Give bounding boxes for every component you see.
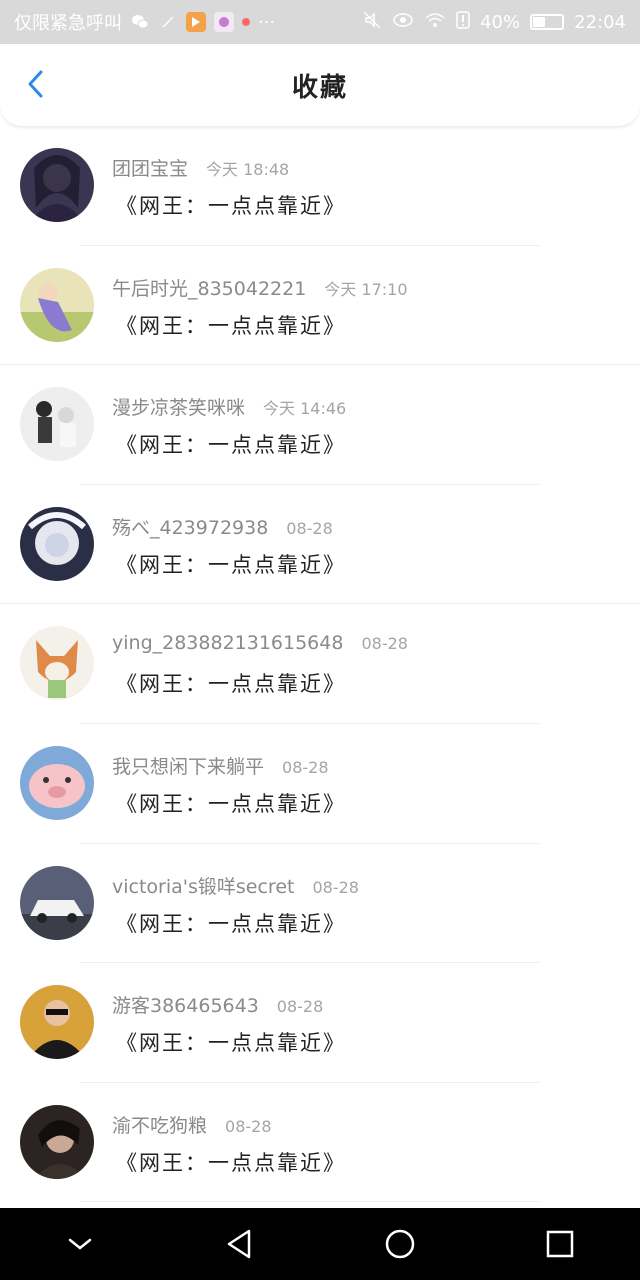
user-name[interactable]: 我只想闲下来躺平 <box>112 752 264 779</box>
list-item[interactable]: victoria's锻咩secret 08-28 《网王：一点点靠近》 <box>0 844 640 964</box>
item-meta: 漫步凉茶笑咪咪 今天 14:46 <box>112 393 346 420</box>
book-title[interactable]: 《网王：一点点靠近》 <box>116 190 346 220</box>
item-meta: 渝不吃狗粮 08-28 <box>112 1111 272 1138</box>
header: 收藏 <box>0 44 640 126</box>
status-left: 仅限紧急呼叫 ··· <box>14 9 362 35</box>
battery-percent: 40% <box>480 11 521 33</box>
status-right: 40% 22:04 <box>362 10 626 35</box>
user-name[interactable]: 团团宝宝 <box>112 154 188 181</box>
favorites-list: 团团宝宝 今天 18:48 《网王：一点点靠近》 午后时光_835042221 … <box>0 126 640 1203</box>
play-icon <box>186 12 206 32</box>
nav-back-button[interactable] <box>210 1214 270 1274</box>
user-name[interactable]: 午后时光_835042221 <box>112 274 306 301</box>
list-item[interactable]: 漫步凉茶笑咪咪 今天 14:46 《网王：一点点靠近》 <box>0 365 640 485</box>
chevron-left-icon <box>28 70 43 98</box>
item-meta: victoria's锻咩secret 08-28 <box>112 872 359 899</box>
collapse-icon <box>68 1238 92 1250</box>
list-item[interactable]: 渝不吃狗粮 08-28 《网王：一点点靠近》 <box>0 1083 640 1203</box>
system-nav-bar <box>0 1208 640 1280</box>
dot-icon <box>242 18 250 26</box>
avatar[interactable] <box>20 1104 94 1179</box>
back-triangle-icon <box>227 1229 251 1259</box>
timestamp: 08-28 <box>282 757 329 777</box>
book-title[interactable]: 《网王：一点点靠近》 <box>116 1027 346 1057</box>
timestamp: 今天 14:46 <box>263 399 347 419</box>
timestamp: 08-28 <box>286 518 333 538</box>
item-meta: ying_283882131615648 08-28 <box>112 632 408 654</box>
timestamp: 今天 17:10 <box>324 279 408 299</box>
item-meta: 团团宝宝 今天 18:48 <box>112 154 289 181</box>
list-item[interactable]: 团团宝宝 今天 18:48 《网王：一点点靠近》 <box>0 126 640 246</box>
list-item[interactable]: ying_283882131615648 08-28 《网王：一点点靠近》 <box>0 604 640 724</box>
status-bar: 仅限紧急呼叫 ··· 40% 22:04 <box>0 0 640 44</box>
user-name[interactable]: 渝不吃狗粮 <box>112 1111 207 1138</box>
recents-square-icon <box>546 1230 574 1258</box>
list-item[interactable]: 我只想闲下来躺平 08-28 《网王：一点点靠近》 <box>0 724 640 844</box>
signal-icon <box>158 12 178 32</box>
nav-recents-button[interactable] <box>530 1214 590 1274</box>
avatar[interactable] <box>20 148 94 222</box>
list-item[interactable]: 游客386465643 08-28 《网王：一点点靠近》 <box>0 963 640 1083</box>
avatar[interactable] <box>20 745 94 820</box>
timestamp: 08-28 <box>361 634 408 654</box>
avatar[interactable] <box>20 626 94 701</box>
more-icon: ··· <box>258 11 276 33</box>
avatar[interactable] <box>20 985 94 1060</box>
list-item[interactable]: 午后时光_835042221 今天 17:10 《网王：一点点靠近》 <box>0 246 640 366</box>
user-name[interactable]: 游客386465643 <box>112 991 259 1018</box>
status-time: 22:04 <box>574 11 626 33</box>
app-icon <box>214 12 234 32</box>
book-title[interactable]: 《网王：一点点靠近》 <box>116 429 346 459</box>
back-button[interactable] <box>18 66 54 102</box>
avatar[interactable] <box>20 267 94 342</box>
avatar[interactable] <box>20 506 94 581</box>
user-name[interactable]: 漫步凉茶笑咪咪 <box>112 393 245 420</box>
avatar[interactable] <box>20 387 94 462</box>
nav-home-button[interactable] <box>370 1214 430 1274</box>
battery-icon <box>530 14 565 30</box>
book-title[interactable]: 《网王：一点点靠近》 <box>116 908 346 938</box>
item-meta: 我只想闲下来躺平 08-28 <box>112 752 329 779</box>
timestamp: 08-28 <box>225 1116 272 1136</box>
book-title[interactable]: 《网王：一点点靠近》 <box>116 1147 346 1177</box>
user-name[interactable]: 殇べ_423972938 <box>112 513 268 540</box>
avatar[interactable] <box>20 865 94 940</box>
item-meta: 殇べ_423972938 08-28 <box>112 513 333 540</box>
wifi-icon <box>424 12 446 33</box>
eye-icon <box>392 12 414 33</box>
page-title: 收藏 <box>291 72 348 103</box>
book-title[interactable]: 《网王：一点点靠近》 <box>116 549 346 579</box>
alert-icon <box>456 10 470 34</box>
book-title[interactable]: 《网王：一点点靠近》 <box>116 310 346 340</box>
wechat-icon <box>130 12 150 32</box>
user-name[interactable]: victoria's锻咩secret <box>112 872 294 899</box>
user-name[interactable]: ying_283882131615648 <box>112 632 343 654</box>
timestamp: 08-28 <box>312 877 359 897</box>
status-carrier-text: 仅限紧急呼叫 <box>14 13 122 34</box>
collapse-button[interactable] <box>50 1214 110 1274</box>
timestamp: 今天 18:48 <box>206 160 290 179</box>
item-meta: 游客386465643 08-28 <box>112 991 323 1018</box>
home-circle-icon <box>385 1229 415 1259</box>
divider <box>80 1201 540 1203</box>
mute-icon <box>362 10 382 35</box>
book-title[interactable]: 《网王：一点点靠近》 <box>116 668 346 698</box>
list-item[interactable]: 殇べ_423972938 08-28 《网王：一点点靠近》 <box>0 485 640 605</box>
timestamp: 08-28 <box>276 997 324 1017</box>
book-title[interactable]: 《网王：一点点靠近》 <box>116 788 346 818</box>
item-meta: 午后时光_835042221 今天 17:10 <box>112 274 408 301</box>
